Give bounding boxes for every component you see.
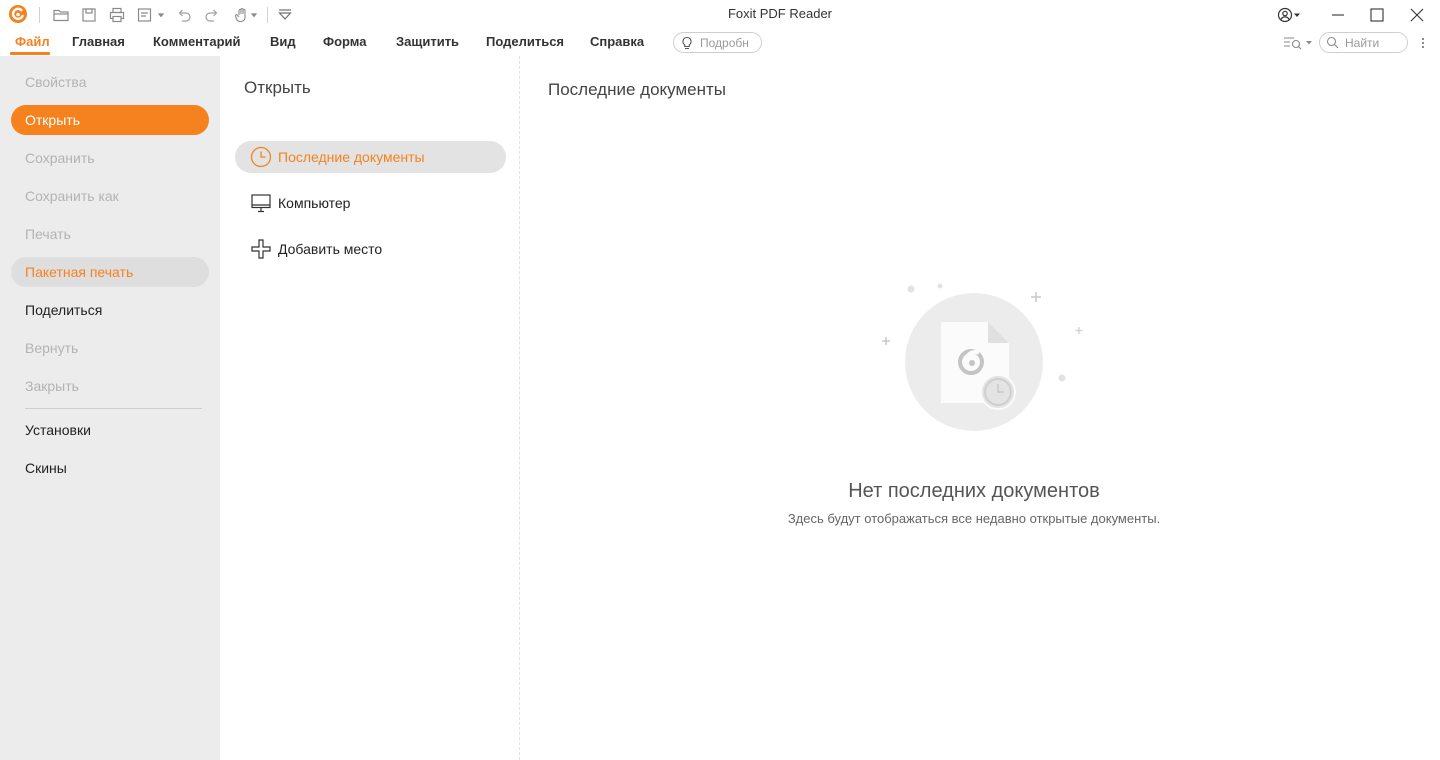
recent-documents-view: Последние документы Нет последних докуме… — [521, 56, 1440, 760]
nav-item-preferences[interactable]: Установки — [11, 415, 209, 445]
open-location-label: Последние документы — [278, 149, 425, 165]
nav-item-revert[interactable]: Вернуть — [11, 333, 209, 363]
search-options-icon[interactable] — [1282, 34, 1314, 52]
toolbar-separator — [267, 7, 268, 23]
tell-me-placeholder: Подробн — [700, 35, 749, 50]
open-location-add-place[interactable]: Добавить место — [235, 233, 506, 265]
open-location-computer[interactable]: Компьютер — [235, 187, 506, 219]
search-input[interactable] — [1345, 35, 1405, 50]
add-place-icon — [250, 238, 272, 260]
open-panel-title: Открыть — [244, 78, 311, 97]
empty-state-subtitle: Здесь будут отображаться все недавно отк… — [787, 511, 1161, 526]
nav-item-open[interactable]: Открыть — [11, 105, 209, 135]
chevron-down-icon[interactable] — [154, 4, 168, 26]
tab-home[interactable]: Главная — [72, 34, 125, 49]
open-location-label: Добавить место — [278, 241, 383, 257]
save-icon[interactable] — [78, 4, 100, 26]
tab-view[interactable]: Вид — [270, 34, 296, 49]
find-field[interactable] — [1319, 32, 1408, 53]
open-location-label: Компьютер — [278, 195, 351, 211]
file-backstage-nav: Свойства Открыть Сохранить Сохранить как… — [0, 56, 220, 760]
open-location-recent[interactable]: Последние документы — [235, 141, 506, 173]
undo-icon[interactable] — [173, 4, 195, 26]
nav-item-print[interactable]: Печать — [11, 219, 209, 249]
active-tab-indicator — [10, 52, 50, 55]
tab-comment[interactable]: Комментарий — [153, 34, 241, 49]
nav-item-properties[interactable]: Свойства — [11, 67, 209, 97]
recent-documents-title: Последние документы — [548, 80, 727, 99]
nav-item-save[interactable]: Сохранить — [11, 143, 209, 173]
more-options-icon[interactable] — [1416, 34, 1430, 52]
tab-share[interactable]: Поделиться — [486, 34, 564, 49]
empty-state-title: Нет последних документов — [848, 480, 1100, 502]
lightbulb-icon — [682, 36, 692, 49]
tab-form[interactable]: Форма — [323, 34, 366, 49]
nav-item-close[interactable]: Закрыть — [11, 371, 209, 401]
open-locations-panel: Открыть Последние документы Компьютер До… — [220, 56, 520, 760]
tell-me-field[interactable]: Подробн — [673, 32, 762, 53]
print-icon[interactable] — [106, 4, 128, 26]
nav-divider — [25, 408, 202, 409]
search-icon — [1326, 36, 1339, 49]
close-icon[interactable] — [1394, 0, 1440, 30]
nav-item-skins[interactable]: Скины — [11, 453, 209, 483]
clock-icon — [250, 146, 272, 168]
open-folder-icon[interactable] — [50, 4, 72, 26]
customize-toolbar-icon[interactable] — [274, 4, 296, 26]
computer-icon — [250, 192, 272, 214]
nav-item-batch-print[interactable]: Пакетная печать — [11, 257, 209, 287]
redo-icon[interactable] — [201, 4, 223, 26]
title-bar: Foxit PDF Reader — [0, 0, 1440, 30]
ribbon-menu-bar: Файл Главная Комментарий Вид Форма Защит… — [0, 30, 1440, 56]
empty-recent-illustration — [882, 283, 1083, 431]
account-icon[interactable] — [1264, 0, 1314, 30]
nav-item-save-as[interactable]: Сохранить как — [11, 181, 209, 211]
tab-help[interactable]: Справка — [590, 34, 644, 49]
tab-file[interactable]: Файл — [15, 34, 50, 49]
chevron-down-icon[interactable] — [247, 4, 261, 26]
save-as-icon[interactable] — [134, 4, 156, 26]
toolbar-separator — [39, 7, 40, 23]
nav-item-share[interactable]: Поделиться — [11, 295, 209, 325]
tab-protect[interactable]: Защитить — [396, 34, 459, 49]
foxit-logo-icon[interactable] — [8, 4, 28, 24]
